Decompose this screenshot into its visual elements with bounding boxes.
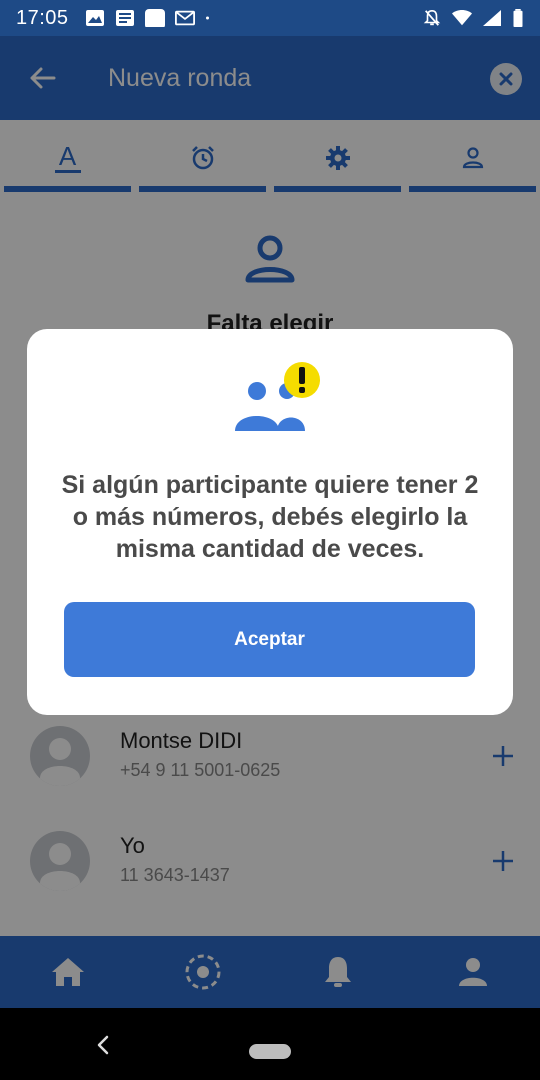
signal-icon — [483, 10, 501, 26]
news-icon — [115, 10, 134, 26]
accept-button[interactable]: Aceptar — [64, 602, 475, 677]
gmail-icon — [174, 10, 195, 26]
system-back-icon[interactable] — [96, 1034, 110, 1056]
battery-icon — [513, 9, 523, 27]
system-status-icons — [422, 9, 524, 27]
wifi-icon — [452, 10, 472, 26]
image-icon — [85, 10, 104, 26]
dialog-message: Si algún participante quiere tener 2 o m… — [61, 471, 479, 563]
warning-dialog: Si algún participante quiere tener 2 o m… — [27, 329, 513, 715]
notification-icons — [85, 9, 215, 27]
group-warning-icon — [235, 362, 320, 431]
app-notification-icon — [144, 9, 165, 27]
do-not-disturb-off-icon — [423, 9, 441, 26]
status-time: 17:05 — [16, 6, 69, 29]
app-screen: 17:05 Nueva ronda A Falta elegir Montse … — [0, 0, 540, 1080]
system-home-pill[interactable] — [249, 1044, 291, 1059]
more-notifications-icon — [205, 16, 209, 20]
status-bar: 17:05 — [0, 0, 540, 36]
system-navigation-bar — [0, 1008, 540, 1080]
